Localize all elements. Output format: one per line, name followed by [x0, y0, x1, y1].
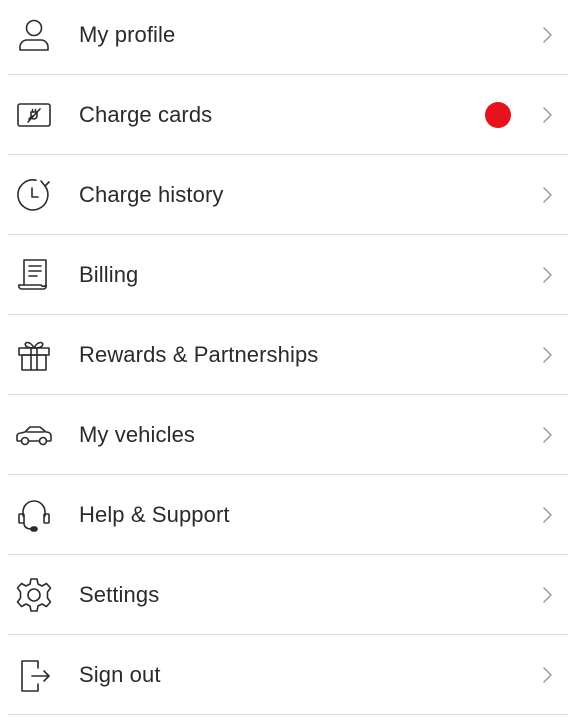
menu-item-label: Charge history — [79, 182, 224, 207]
menu-item-label: My profile — [79, 22, 176, 47]
charge-card-icon — [12, 93, 56, 137]
menu-item-help-support[interactable]: Help & Support — [0, 475, 584, 555]
menu-item-label: Billing — [79, 262, 139, 287]
chevron-right-icon — [540, 26, 554, 44]
sign-out-icon — [12, 653, 56, 697]
account-menu: My profile Charge cards Charge history B… — [0, 0, 584, 720]
menu-item-label: Settings — [79, 582, 160, 607]
gear-icon — [12, 573, 56, 617]
menu-item-settings[interactable]: Settings — [0, 555, 584, 635]
menu-item-label: Help & Support — [79, 502, 230, 527]
profile-icon — [12, 13, 56, 57]
chevron-right-icon — [540, 666, 554, 684]
billing-icon — [12, 253, 56, 297]
divider — [8, 714, 568, 715]
menu-item-label: Charge cards — [79, 102, 213, 127]
notification-badge — [485, 102, 511, 128]
car-icon — [12, 413, 56, 457]
menu-item-charge-cards[interactable]: Charge cards — [0, 75, 584, 155]
menu-item-my-vehicles[interactable]: My vehicles — [0, 395, 584, 475]
menu-item-rewards-partnerships[interactable]: Rewards & Partnerships — [0, 315, 584, 395]
menu-item-billing[interactable]: Billing — [0, 235, 584, 315]
headset-icon — [12, 493, 56, 537]
chevron-right-icon — [540, 266, 554, 284]
chevron-right-icon — [540, 506, 554, 524]
chevron-right-icon — [540, 346, 554, 364]
menu-item-sign-out[interactable]: Sign out — [0, 635, 584, 715]
menu-item-label: Sign out — [79, 662, 161, 687]
menu-item-my-profile[interactable]: My profile — [0, 0, 584, 75]
menu-item-label: My vehicles — [79, 422, 196, 447]
menu-item-charge-history[interactable]: Charge history — [0, 155, 584, 235]
chevron-right-icon — [540, 186, 554, 204]
chevron-right-icon — [540, 426, 554, 444]
chevron-right-icon — [540, 106, 554, 124]
chevron-right-icon — [540, 586, 554, 604]
history-icon — [12, 173, 56, 217]
gift-icon — [12, 333, 56, 377]
menu-item-label: Rewards & Partnerships — [79, 342, 319, 367]
